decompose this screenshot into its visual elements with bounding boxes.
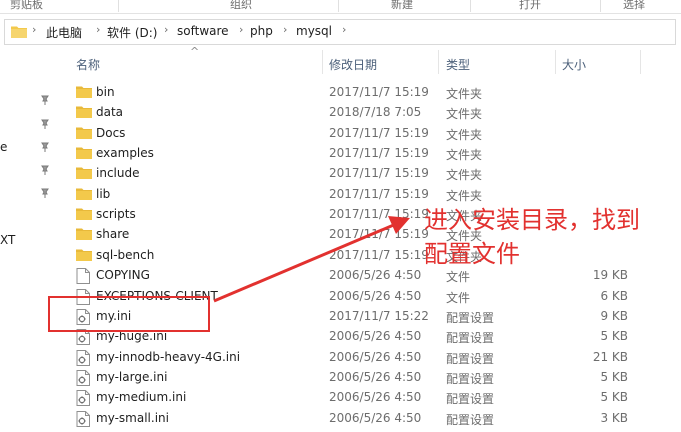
annotation-line-1: 进入安装目录，找到 xyxy=(424,206,640,234)
annotation-text: 进入安装目录，找到 配置文件 xyxy=(424,203,676,271)
annotation-line-2: 配置文件 xyxy=(424,240,520,268)
